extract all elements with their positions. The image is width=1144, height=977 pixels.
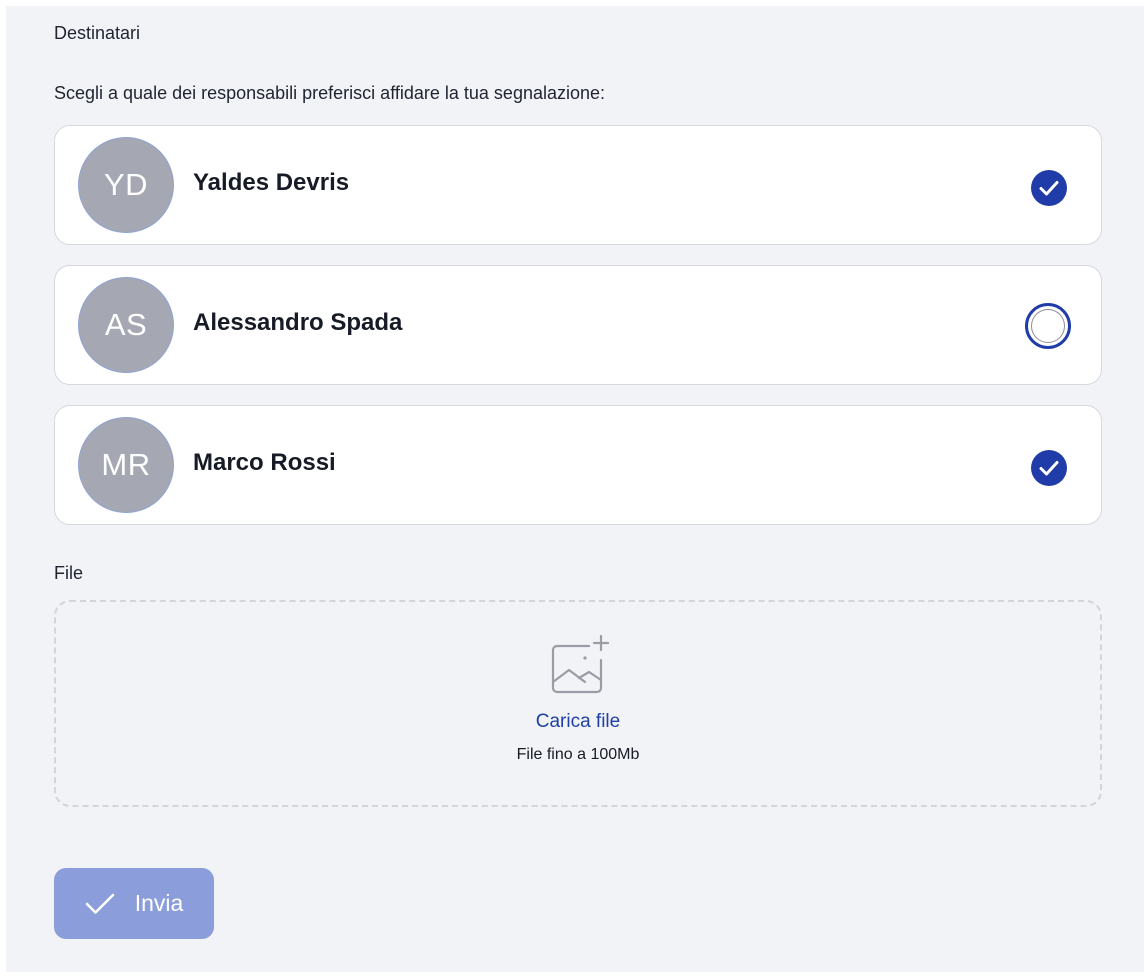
checked-checkbox-icon[interactable] bbox=[1031, 450, 1067, 486]
unchecked-radio-icon[interactable] bbox=[1025, 303, 1071, 349]
recipient-card-marco-rossi[interactable]: MR Marco Rossi bbox=[54, 405, 1102, 525]
upload-file-link[interactable]: Carica file bbox=[56, 711, 1100, 733]
recipient-name: Alessandro Spada bbox=[193, 309, 403, 336]
submit-button[interactable]: Invia bbox=[54, 868, 214, 939]
submit-label: Invia bbox=[134, 890, 184, 916]
avatar: AS bbox=[78, 277, 174, 373]
recipient-name: Yaldes Devris bbox=[193, 169, 350, 196]
recipient-card-yaldes-devris[interactable]: YD Yaldes Devris bbox=[54, 125, 1102, 245]
checked-checkbox-icon[interactable] bbox=[1031, 170, 1067, 206]
recipient-card-alessandro-spada[interactable]: AS Alessandro Spada bbox=[54, 265, 1102, 385]
image-add-icon bbox=[551, 634, 610, 694]
recipients-label: Destinatari bbox=[54, 23, 141, 43]
avatar: YD bbox=[78, 137, 174, 233]
radio-inner-ring bbox=[1031, 309, 1065, 343]
recipient-name: Marco Rossi bbox=[193, 449, 336, 476]
file-dropzone[interactable]: Carica file File fino a 100Mb bbox=[54, 600, 1102, 807]
file-label: File bbox=[54, 563, 84, 583]
check-icon bbox=[85, 893, 115, 914]
report-form-panel: Destinatari Scegli a quale dei responsab… bbox=[6, 6, 1144, 972]
upload-size-hint: File fino a 100Mb bbox=[516, 746, 640, 763]
avatar: MR bbox=[78, 417, 174, 513]
recipients-instruction: Scegli a quale dei responsabili preferis… bbox=[54, 83, 606, 103]
